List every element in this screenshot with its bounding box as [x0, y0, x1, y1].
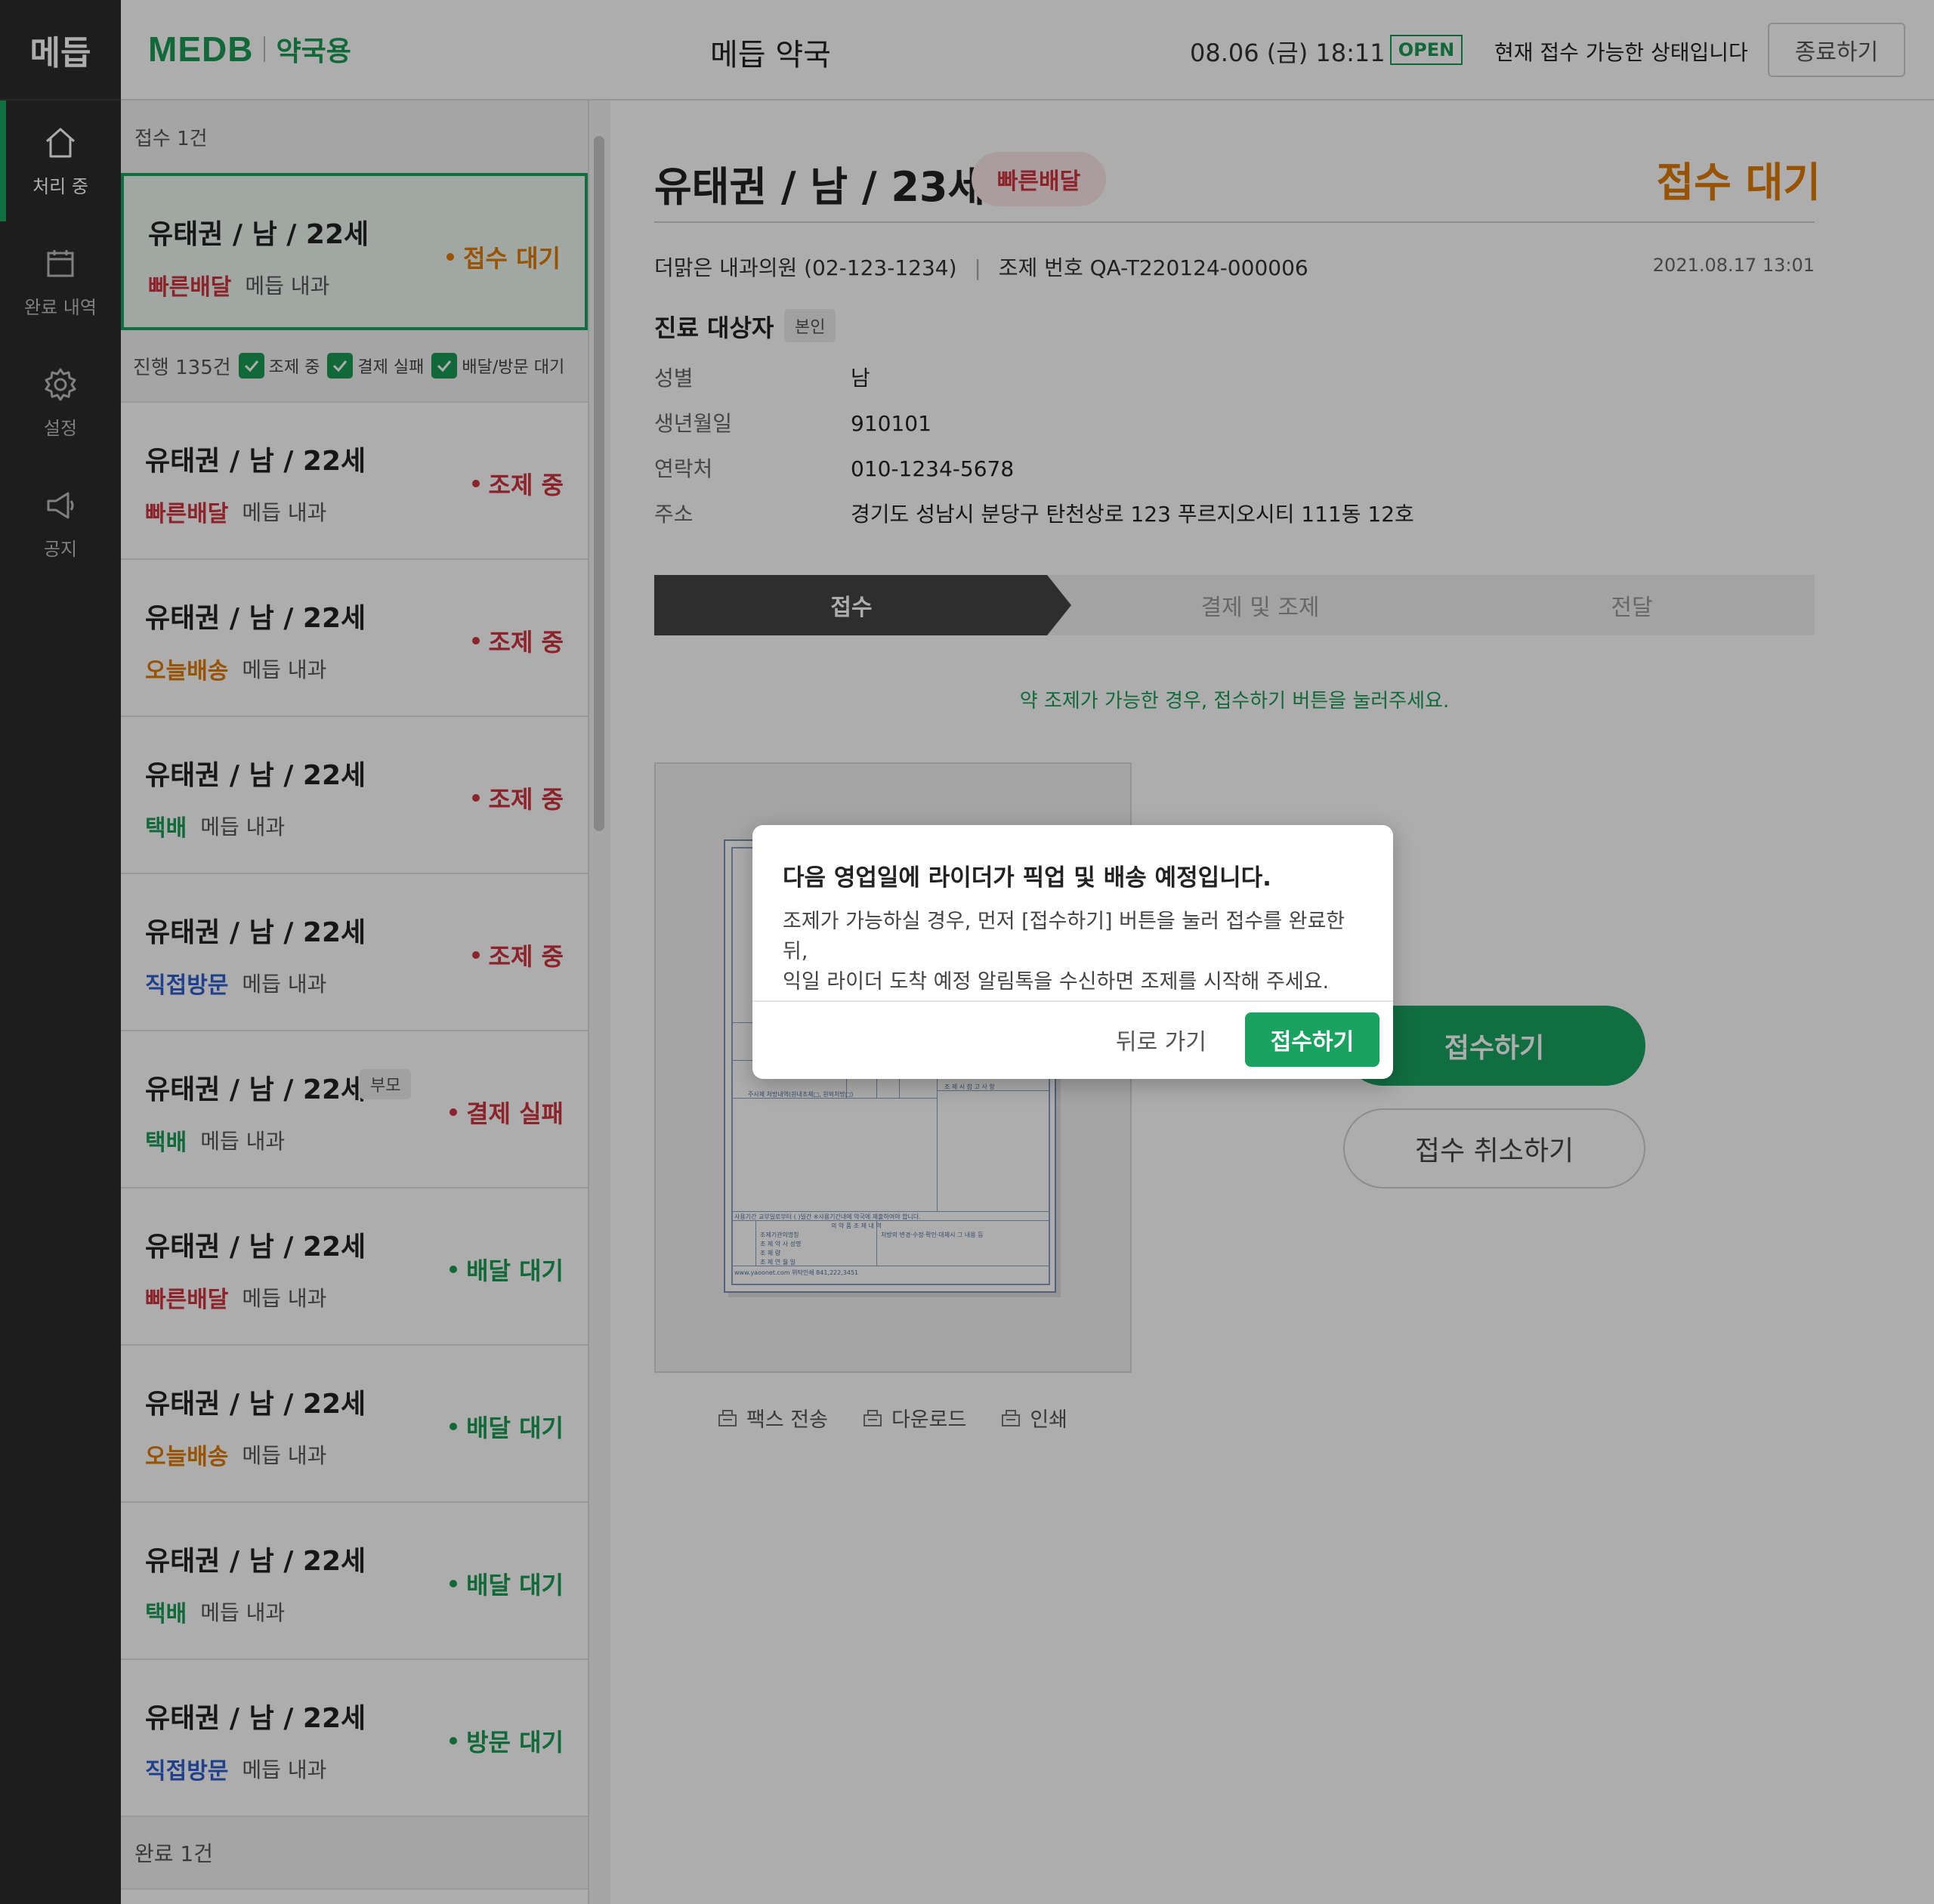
- dialog-title: 다음 영업일에 라이더가 픽업 및 배송 예정입니다.: [783, 864, 1271, 892]
- dialog-divider: [752, 1000, 1393, 1002]
- rider-pickup-dialog: 다음 영업일에 라이더가 픽업 및 배송 예정입니다. 조제가 가능하실 경우,…: [752, 825, 1393, 1079]
- dialog-accept-button[interactable]: 접수하기: [1245, 1012, 1379, 1067]
- dialog-body-line: 익일 라이더 도착 예정 알림톡을 수신하면 조제를 시작해 주세요.: [783, 970, 1330, 994]
- dialog-body-line: 조제가 가능하실 경우, 먼저 [접수하기] 버튼을 눌러 접수를 완료한 뒤,: [783, 910, 1345, 963]
- dialog-back-button[interactable]: 뒤로 가기: [1097, 1012, 1225, 1067]
- dialog-body: 조제가 가능하실 경우, 먼저 [접수하기] 버튼을 눌러 접수를 완료한 뒤,…: [783, 907, 1372, 997]
